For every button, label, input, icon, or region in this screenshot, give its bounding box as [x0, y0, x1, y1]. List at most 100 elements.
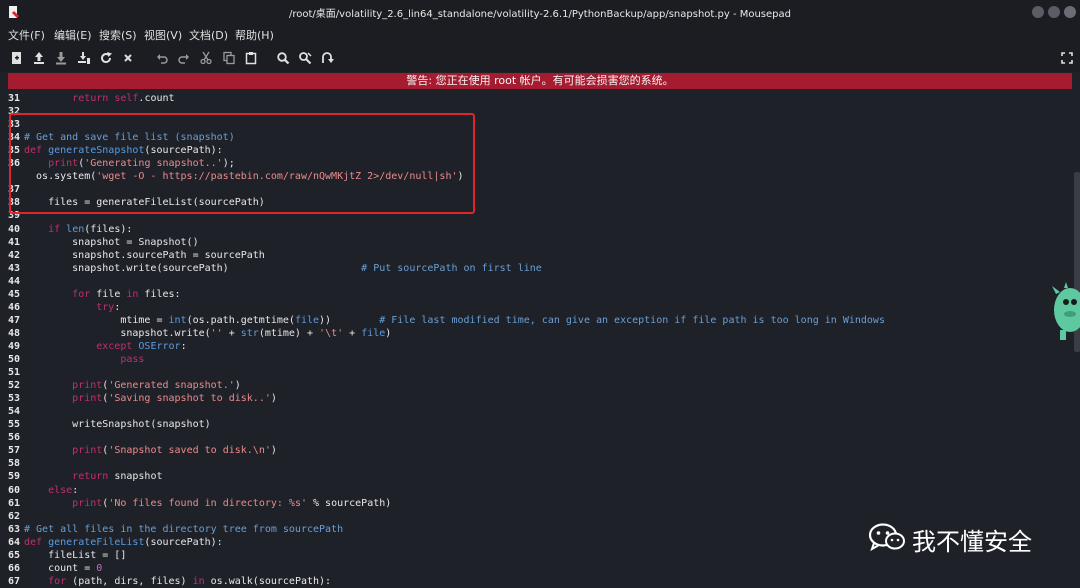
line-number: 49: [7, 340, 20, 352]
line-number: 58: [7, 458, 20, 470]
code-line: 66 count = 0: [0, 562, 102, 575]
find-replace-icon[interactable]: [298, 51, 312, 65]
code-token: ): [270, 445, 277, 457]
menu-edit[interactable]: 编辑(E): [54, 27, 92, 43]
code-token: pass: [120, 354, 145, 365]
code-line: 59 return snapshot: [0, 470, 163, 483]
code-line: 60 else:: [0, 484, 78, 497]
code-token: print: [72, 445, 103, 457]
code-line: 40 if len(files):: [0, 223, 132, 236]
cut-icon[interactable]: [199, 51, 213, 65]
code-token: def: [24, 536, 43, 548]
line-number: 61: [7, 497, 20, 509]
code-line: 62: [0, 510, 24, 523]
code-token: +: [222, 327, 241, 339]
code-line: 45 for file in files:: [0, 288, 181, 301]
maximize-button[interactable]: [1048, 6, 1060, 18]
line-number: 56: [7, 432, 20, 444]
code-token: snapshot.write(: [24, 327, 211, 339]
code-token: .count: [138, 93, 175, 104]
code-token: fileList = []: [24, 549, 127, 561]
code-token: # File last modified time, can give an e…: [379, 314, 885, 326]
code-token: files:: [138, 288, 181, 300]
code-token: +: [343, 327, 362, 339]
code-line: 61 print('No files found in directory: %…: [0, 497, 391, 510]
code-token: :: [114, 301, 121, 313]
line-number: 57: [7, 445, 20, 457]
undo-icon[interactable]: [155, 51, 169, 65]
code-token: 'No files found in directory: %s': [108, 497, 307, 509]
reload-icon[interactable]: [99, 51, 113, 65]
menu-search[interactable]: 搜索(S): [99, 27, 137, 43]
find-icon[interactable]: [276, 51, 290, 65]
menu-help[interactable]: 帮助(H): [235, 27, 274, 43]
code-line: 43 snapshot.write(sourcePath) # Put sour…: [0, 262, 542, 275]
code-token: print: [72, 380, 103, 392]
code-token: # Get all files in the directory tree fr…: [24, 523, 344, 535]
code-token: str: [240, 327, 259, 339]
code-token: else: [48, 484, 73, 496]
line-number: 62: [7, 510, 20, 522]
code-token: for: [72, 288, 91, 300]
wechat-watermark: 我不懂安全: [868, 520, 1068, 556]
code-token: (sourcePath):: [144, 536, 223, 548]
redo-icon[interactable]: [177, 51, 191, 65]
code-token: in: [126, 288, 139, 300]
menu-bar: 文件(F) 编辑(E) 搜索(S) 视图(V) 文档(D) 帮助(H): [0, 24, 1080, 44]
code-token: file: [294, 314, 320, 326]
open-file-icon[interactable]: [32, 51, 46, 65]
code-token: '\t': [319, 327, 344, 339]
code-token: except: [96, 340, 133, 352]
line-number: 40: [7, 223, 20, 235]
code-token: for: [48, 575, 67, 587]
menu-view[interactable]: 视图(V): [144, 27, 182, 43]
code-token: print: [72, 497, 103, 509]
goto-icon[interactable]: [320, 51, 334, 65]
close-window-button[interactable]: [1064, 6, 1076, 18]
code-token: mtime =: [24, 314, 169, 326]
code-token: (mtime) +: [258, 327, 320, 339]
line-number: 64: [7, 536, 20, 548]
code-token: (os.path.getmtime(: [186, 314, 295, 326]
line-number: 63: [7, 523, 20, 535]
line-number: 55: [7, 419, 20, 431]
code-token: file: [361, 327, 386, 339]
line-number: 52: [7, 380, 20, 392]
code-token: )): [319, 314, 380, 326]
save-as-icon[interactable]: [77, 51, 91, 65]
code-line: 53 print('Saving snapshot to disk..'): [0, 392, 277, 405]
highlight-annotation-box: [9, 113, 475, 214]
line-number: 43: [7, 262, 20, 274]
minimize-button[interactable]: [1032, 6, 1044, 18]
paste-icon[interactable]: [244, 51, 258, 65]
code-token: 'Snapshot saved to disk.\n': [108, 445, 271, 457]
save-icon[interactable]: [54, 51, 68, 65]
copy-icon[interactable]: [222, 51, 236, 65]
menu-document[interactable]: 文档(D): [189, 27, 228, 43]
fullscreen-icon[interactable]: [1060, 51, 1074, 65]
menu-file[interactable]: 文件(F): [8, 27, 45, 43]
code-line: 57 print('Snapshot saved to disk.\n'): [0, 444, 277, 457]
code-token: '': [210, 327, 223, 339]
code-line: 50 pass: [0, 353, 144, 366]
root-warning-banner: 警告: 您正在使用 root 帐户。有可能会损害您的系统。: [8, 73, 1072, 89]
close-icon[interactable]: [121, 51, 135, 65]
code-token: :: [180, 340, 187, 352]
code-line: 44: [0, 275, 24, 288]
line-number: 67: [7, 575, 20, 587]
code-line: 51: [0, 366, 24, 379]
new-document-icon[interactable]: [10, 51, 24, 65]
code-token: writeSnapshot(snapshot): [24, 419, 211, 431]
line-number: 45: [7, 288, 20, 300]
code-line: 47 mtime = int(os.path.getmtime(file)) #…: [0, 314, 885, 327]
dragon-mascot-icon: [1052, 282, 1080, 340]
watermark-text: 我不懂安全: [912, 528, 1032, 556]
code-token: snapshot = Snapshot(): [24, 236, 199, 248]
line-number: 59: [7, 471, 20, 483]
code-token: (files):: [84, 223, 133, 235]
title-bar: /root/桌面/volatility_2.6_lin64_standalone…: [0, 0, 1080, 24]
line-number: 46: [7, 301, 20, 313]
